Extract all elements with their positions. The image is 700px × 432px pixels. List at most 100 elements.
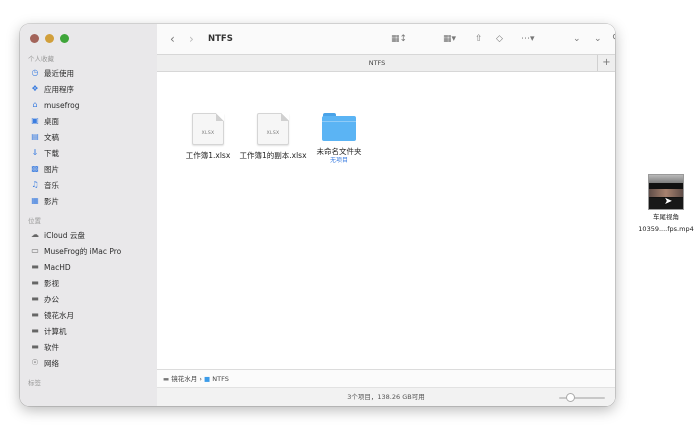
sidebar-item-office[interactable]: ▬ 办公 <box>20 291 157 307</box>
sidebar-item-documents[interactable]: ▤ 文稿 <box>20 129 157 145</box>
sidebar-item-label: 影视 <box>44 278 59 288</box>
file-name: 未命名文件夹 <box>316 147 362 156</box>
sidebar-item-pictures[interactable]: ▩ 图片 <box>20 161 157 177</box>
applications-icon: ❖ <box>31 84 39 93</box>
sidebar-item-label: 办公 <box>44 294 59 304</box>
close-button[interactable] <box>30 34 39 43</box>
sidebar-item-home[interactable]: ⌂ musefrog <box>20 97 157 113</box>
path-bar: ▬ 镜花水月 › ■ NTFS <box>157 369 615 388</box>
sidebar-section-locations: 位置 <box>28 217 41 225</box>
chevron-down-icon[interactable]: ⌄ <box>594 24 602 54</box>
disk-icon: ▬ <box>163 375 170 383</box>
file-subtitle: 无项目 <box>329 157 348 164</box>
file-name: 工作簿1.xlsx <box>185 151 231 160</box>
sidebar-item-label: 图片 <box>44 164 59 174</box>
path-item-disk[interactable]: 镜花水月 <box>171 375 197 383</box>
sidebar-section-tags: 标签 <box>28 379 41 387</box>
status-bar: 3个项目，138.26 GB可用 <box>157 387 615 406</box>
search-icon[interactable]: ⚲ <box>612 24 615 54</box>
xlsx-file-icon: XLSX <box>192 113 224 145</box>
disk-icon: ▬ <box>31 278 39 287</box>
sidebar-item-label: 音乐 <box>44 180 59 190</box>
status-text: 3个项目，138.26 GB可用 <box>347 393 425 401</box>
sidebar-item-icloud[interactable]: ☁ iCloud 云盘 <box>20 227 157 243</box>
sidebar-item-label: 网络 <box>44 358 59 368</box>
desktop-file-label-line2: 10359....fps.mp4 <box>638 225 694 233</box>
sidebar-item-software[interactable]: ▬ 软件 <box>20 339 157 355</box>
file-item-workbook1[interactable]: XLSX 工作簿1.xlsx <box>173 113 243 161</box>
sidebar-item-movies[interactable]: ▦ 影片 <box>20 193 157 209</box>
file-item-workbook1-copy[interactable]: XLSX 工作簿1的副本.xlsx <box>238 113 308 161</box>
finder-window: 个人收藏 ◷ 最近使用 ❖ 应用程序 ⌂ musefrog ▣ 桌面 ▤ 文稿 <box>20 24 615 406</box>
network-icon: ☉ <box>31 358 39 367</box>
download-icon: ⇓ <box>31 148 39 157</box>
sidebar-item-video[interactable]: ▬ 影视 <box>20 275 157 291</box>
disk-icon: ▬ <box>31 262 39 271</box>
file-name: 工作簿1的副本.xlsx <box>239 151 307 160</box>
window-title: NTFS <box>208 34 233 44</box>
sidebar-item-label: iCloud 云盘 <box>44 230 85 240</box>
sidebar-item-network[interactable]: ☉ 网络 <box>20 355 157 371</box>
sidebar-item-label: MuseFrog的 iMac Pro <box>44 246 122 256</box>
sidebar-item-label: 桌面 <box>44 116 59 126</box>
sidebar-item-imac[interactable]: ▭ MuseFrog的 iMac Pro <box>20 243 157 259</box>
sidebar-item-downloads[interactable]: ⇓ 下载 <box>20 145 157 161</box>
desktop-file-label-line1: 车尾视角 <box>653 213 679 221</box>
window-controls <box>30 34 69 43</box>
clock-icon: ◷ <box>31 68 39 77</box>
sidebar-item-label: 文稿 <box>44 132 59 142</box>
sidebar-item-computer[interactable]: ▬ 计算机 <box>20 323 157 339</box>
group-icon[interactable]: ▦▾ <box>443 24 456 54</box>
sidebar-item-label: 软件 <box>44 342 59 352</box>
sidebar-item-label: MacHD <box>44 262 71 272</box>
icon-size-slider[interactable] <box>559 393 605 402</box>
sidebar-item-music[interactable]: ♫ 音乐 <box>20 177 157 193</box>
folder-icon: ■ <box>204 375 211 383</box>
path-item-folder[interactable]: NTFS <box>212 375 229 383</box>
toolbar: ‹ › NTFS ▦↕ ▦▾ ⇧ ◇ ⋯▾ ⌄ ⌄ ⚲ <box>157 24 615 54</box>
movies-icon: ▦ <box>31 196 39 205</box>
sidebar-item-label: 下载 <box>44 148 59 158</box>
disk-icon: ▬ <box>31 310 39 319</box>
mouse-cursor-icon: ➤ <box>664 196 673 207</box>
back-button[interactable]: ‹ <box>170 24 175 54</box>
more-actions-icon[interactable]: ⋯▾ <box>521 24 535 54</box>
sidebar-item-label: 影片 <box>44 196 59 206</box>
disk-icon: ▬ <box>31 342 39 351</box>
share-icon[interactable]: ⇧ <box>475 24 483 54</box>
disk-icon: ▬ <box>31 326 39 335</box>
music-icon: ♫ <box>31 180 39 189</box>
sidebar-item-label: 镜花水月 <box>44 310 74 320</box>
forward-button[interactable]: › <box>189 24 194 54</box>
minimize-button[interactable] <box>45 34 54 43</box>
file-ext-label: XLSX <box>201 131 215 136</box>
new-tab-button[interactable]: + <box>597 55 615 71</box>
sidebar-item-label: 计算机 <box>44 326 67 336</box>
tag-icon[interactable]: ◇ <box>496 24 503 54</box>
file-item-untitled-folder[interactable]: 未命名文件夹 无项目 <box>304 113 374 165</box>
sidebar-item-applications[interactable]: ❖ 应用程序 <box>20 81 157 97</box>
sidebar-section-favorites: 个人收藏 <box>28 55 54 63</box>
tab-ntfs[interactable]: NTFS <box>157 55 597 71</box>
sidebar: 个人收藏 ◷ 最近使用 ❖ 应用程序 ⌂ musefrog ▣ 桌面 ▤ 文稿 <box>20 24 158 406</box>
sidebar-item-desktop[interactable]: ▣ 桌面 <box>20 113 157 129</box>
tab-bar: NTFS + <box>157 54 615 72</box>
sidebar-item-machd[interactable]: ▬ MacHD <box>20 259 157 275</box>
cloud-icon: ☁ <box>31 230 39 239</box>
sidebar-item-label: 应用程序 <box>44 84 74 94</box>
xlsx-file-icon: XLSX <box>257 113 289 145</box>
file-ext-label: XLSX <box>266 131 280 136</box>
disk-icon: ▬ <box>31 294 39 303</box>
main-pane: ‹ › NTFS ▦↕ ▦▾ ⇧ ◇ ⋯▾ ⌄ ⌄ ⚲ NTFS + XLSX … <box>157 24 615 406</box>
home-icon: ⌂ <box>32 100 38 109</box>
sidebar-item-label: musefrog <box>44 100 80 110</box>
document-icon: ▤ <box>31 132 39 141</box>
chevron-down-icon[interactable]: ⌄ <box>573 24 581 54</box>
sidebar-item-recents[interactable]: ◷ 最近使用 <box>20 65 157 81</box>
path-separator: › <box>199 375 202 383</box>
zoom-button[interactable] <box>60 34 69 43</box>
view-mode-icon[interactable]: ▦↕ <box>391 24 407 54</box>
sidebar-item-label: 最近使用 <box>44 68 74 78</box>
sidebar-item-jinghua[interactable]: ▬ 镜花水月 <box>20 307 157 323</box>
folder-icon <box>322 113 356 141</box>
